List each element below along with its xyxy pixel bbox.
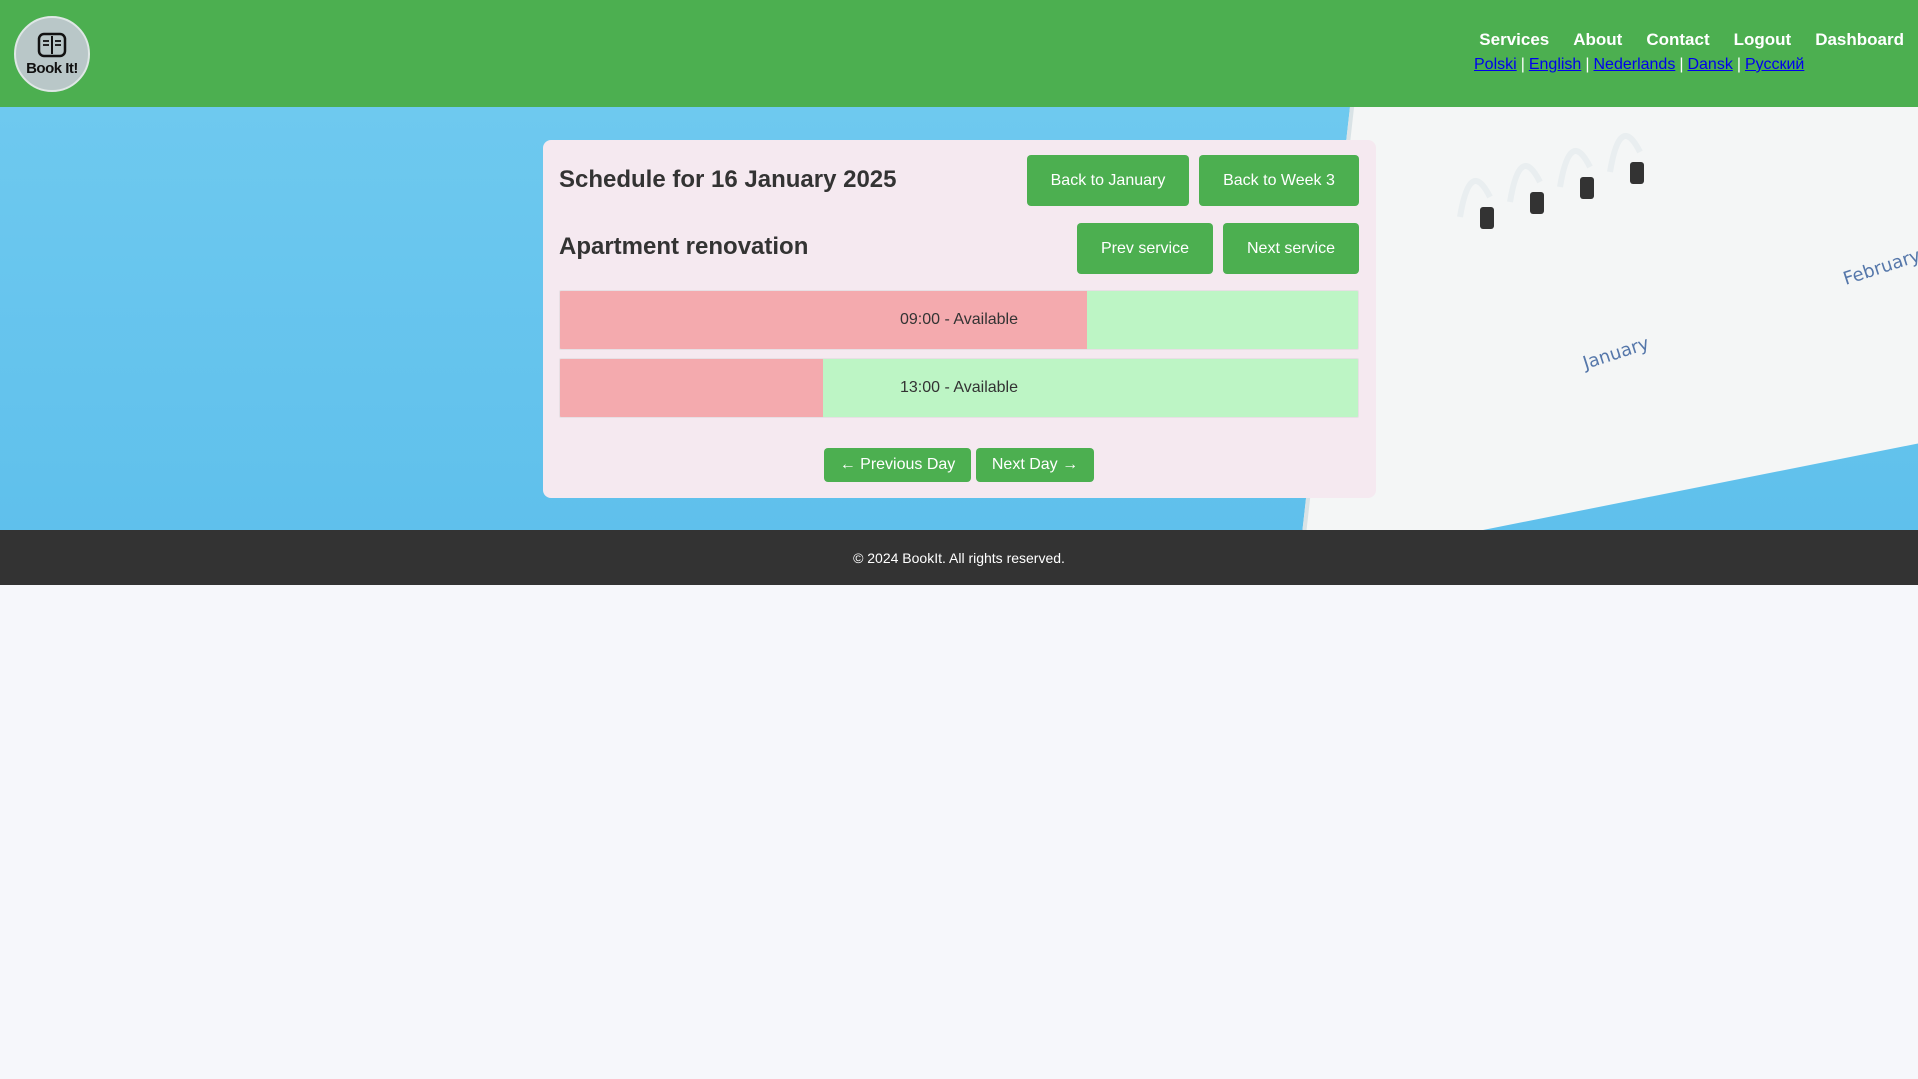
page-title: Schedule for 16 January 2025 — [559, 166, 897, 193]
lang-nederlands[interactable]: Nederlands — [1593, 56, 1675, 73]
next-service-button[interactable]: Next service — [1223, 223, 1359, 274]
copyright-text: © 2024 BookIt. All rights reserved. — [853, 549, 1065, 566]
language-switcher: Polski | English | Nederlands | Dansk | Русский — [1474, 56, 1804, 74]
site-footer: © 2024 BookIt. All rights reserved. — [0, 530, 1918, 585]
nav-dashboard[interactable]: Dashboard — [1815, 30, 1904, 50]
lang-english[interactable]: English — [1529, 56, 1581, 73]
service-name: Apartment renovation — [559, 233, 809, 260]
nav-contact[interactable]: Contact — [1646, 30, 1709, 50]
logo[interactable]: Book It! — [14, 16, 90, 92]
site-header: Book It! Services About Contact Logout D… — [0, 0, 1918, 107]
time-slot[interactable]: 09:00 - Available — [559, 290, 1359, 350]
nav-services[interactable]: Services — [1479, 30, 1549, 50]
calendar-rings — [1457, 133, 1644, 229]
time-slot[interactable]: 13:00 - Available — [559, 358, 1359, 418]
separator: | — [1679, 56, 1684, 73]
schedule-card: Schedule for 16 January 2025 Back to Jan… — [543, 140, 1376, 498]
separator: | — [1520, 56, 1525, 73]
lang-dansk[interactable]: Dansk — [1687, 56, 1732, 73]
logo-text: Book It! — [26, 59, 78, 77]
next-day-button[interactable]: Next Day → — [976, 448, 1094, 482]
previous-day-button[interactable]: ← Previous Day — [824, 448, 971, 482]
prev-service-button[interactable]: Prev service — [1077, 223, 1213, 274]
book-icon — [37, 32, 67, 57]
slot-label: 13:00 - Available — [899, 379, 1018, 396]
slot-label: 09:00 - Available — [899, 311, 1018, 328]
back-to-week-button[interactable]: Back to Week 3 — [1199, 155, 1359, 206]
separator: | — [1585, 56, 1590, 73]
lang-polski[interactable]: Polski — [1474, 56, 1517, 73]
lang-russian[interactable]: Русский — [1745, 56, 1804, 73]
nav-logout[interactable]: Logout — [1734, 30, 1792, 50]
nav-about[interactable]: About — [1573, 30, 1622, 50]
separator: | — [1736, 56, 1741, 73]
main-nav: Services About Contact Logout Dashboard — [1479, 30, 1904, 50]
back-to-month-button[interactable]: Back to January — [1027, 155, 1189, 206]
